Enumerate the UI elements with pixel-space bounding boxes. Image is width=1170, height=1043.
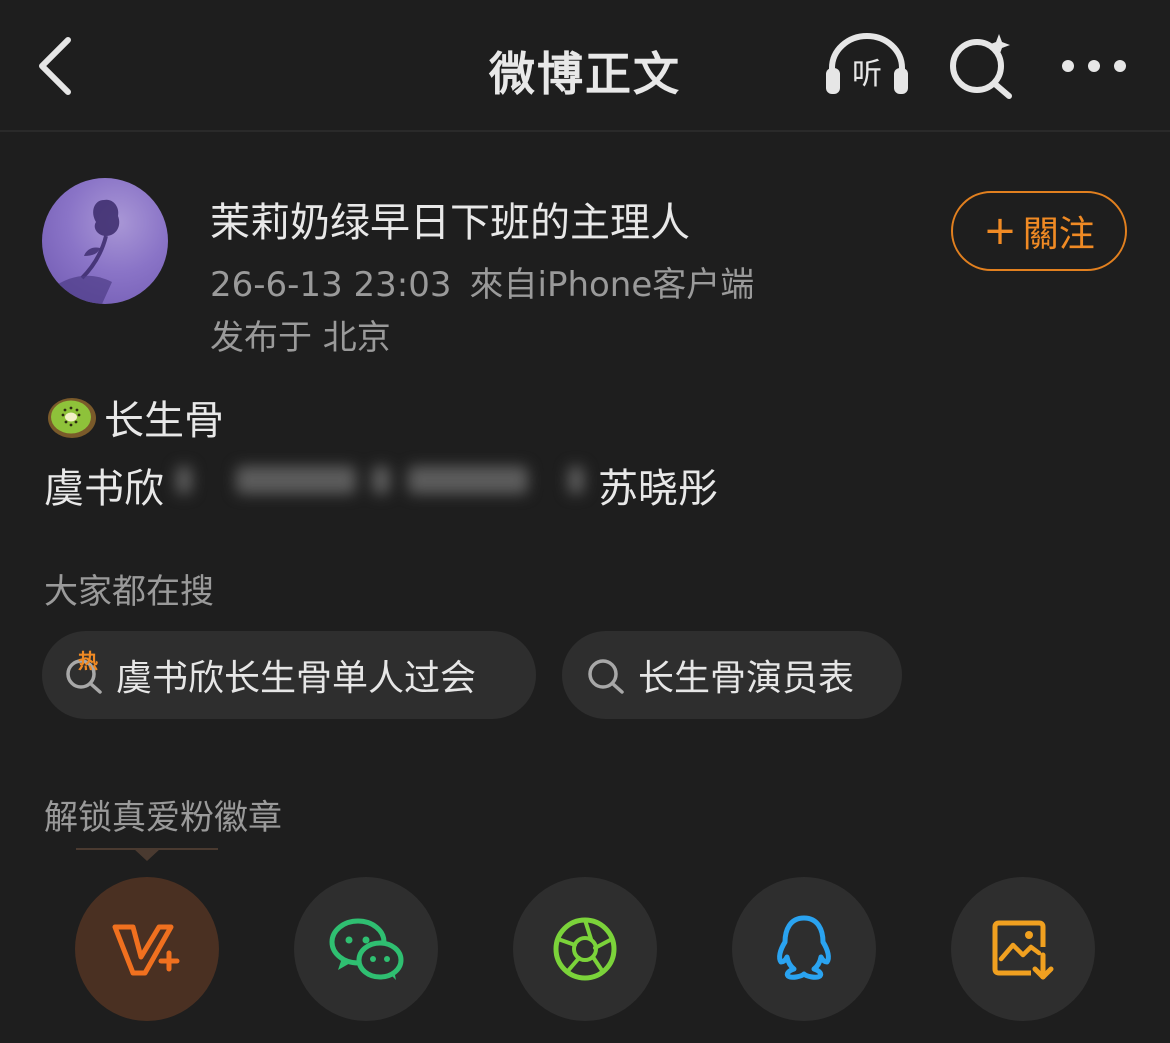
chip-search-icon-wrap xyxy=(586,655,626,695)
qq-icon xyxy=(777,915,831,980)
post-meta: 26-6-13 23:03 來自iPhone客户端 xyxy=(210,257,754,306)
post-title: 长生骨 xyxy=(104,398,224,444)
more-button[interactable] xyxy=(1058,48,1130,84)
wechat-icon xyxy=(329,918,404,980)
post-title-line: 长生骨 xyxy=(44,390,224,444)
post-timestamp: 26-6-13 23:03 xyxy=(210,265,452,305)
chip-search-icon-wrap: 热 xyxy=(64,649,104,695)
listen-button[interactable]: 听 xyxy=(822,30,912,100)
headphones-listen-icon: 听 xyxy=(826,33,908,94)
cast-name-right: 苏晓彤 xyxy=(598,466,718,512)
vip-badge-button[interactable] xyxy=(75,877,219,1021)
search-chip-label: 虞书欣长生骨单人过会 xyxy=(116,658,477,699)
share-moments-button[interactable] xyxy=(513,877,657,1021)
ai-search-button[interactable] xyxy=(945,30,1015,100)
moments-icon xyxy=(553,917,617,981)
save-image-button[interactable] xyxy=(951,877,1095,1021)
blurred-content xyxy=(176,456,586,504)
badge-section-label: 解锁真爱粉徽章 xyxy=(44,798,282,838)
post-cast-line: 虞书欣 苏晓彤 xyxy=(44,452,744,512)
post-location: 发布于 北京 xyxy=(210,318,391,358)
cast-name-left: 虞书欣 xyxy=(44,466,164,512)
tooltip-pointer xyxy=(76,848,218,861)
search-chip-label: 长生骨演员表 xyxy=(638,658,855,699)
listen-label: 听 xyxy=(852,57,882,92)
share-qq-button[interactable] xyxy=(732,877,876,1021)
search-section-label: 大家都在搜 xyxy=(44,572,214,612)
vip-plus-icon xyxy=(112,924,180,976)
more-dots-icon xyxy=(1062,60,1126,72)
avatar[interactable] xyxy=(42,178,168,304)
author-name[interactable]: 茉莉奶绿早日下班的主理人 xyxy=(210,190,690,248)
share-wechat-button[interactable] xyxy=(294,877,438,1021)
follow-button[interactable]: + 關注 xyxy=(951,191,1127,271)
ai-search-icon xyxy=(950,34,1012,99)
nav-bar: 微博正文 听 xyxy=(0,0,1170,132)
rose-avatar-icon xyxy=(52,199,120,304)
search-chip-hot[interactable]: 热 虞书欣长生骨单人过会 xyxy=(42,631,536,719)
search-chip[interactable]: 长生骨演员表 xyxy=(562,631,902,719)
hot-badge: 热 xyxy=(78,649,98,673)
search-icon xyxy=(588,659,624,694)
follow-plus-icon: + xyxy=(983,208,1017,254)
save-image-icon xyxy=(992,920,1054,980)
follow-label: 關注 xyxy=(1022,214,1095,255)
post-source: 來自iPhone客户端 xyxy=(469,265,755,305)
kiwi-fruit-icon xyxy=(48,398,96,438)
